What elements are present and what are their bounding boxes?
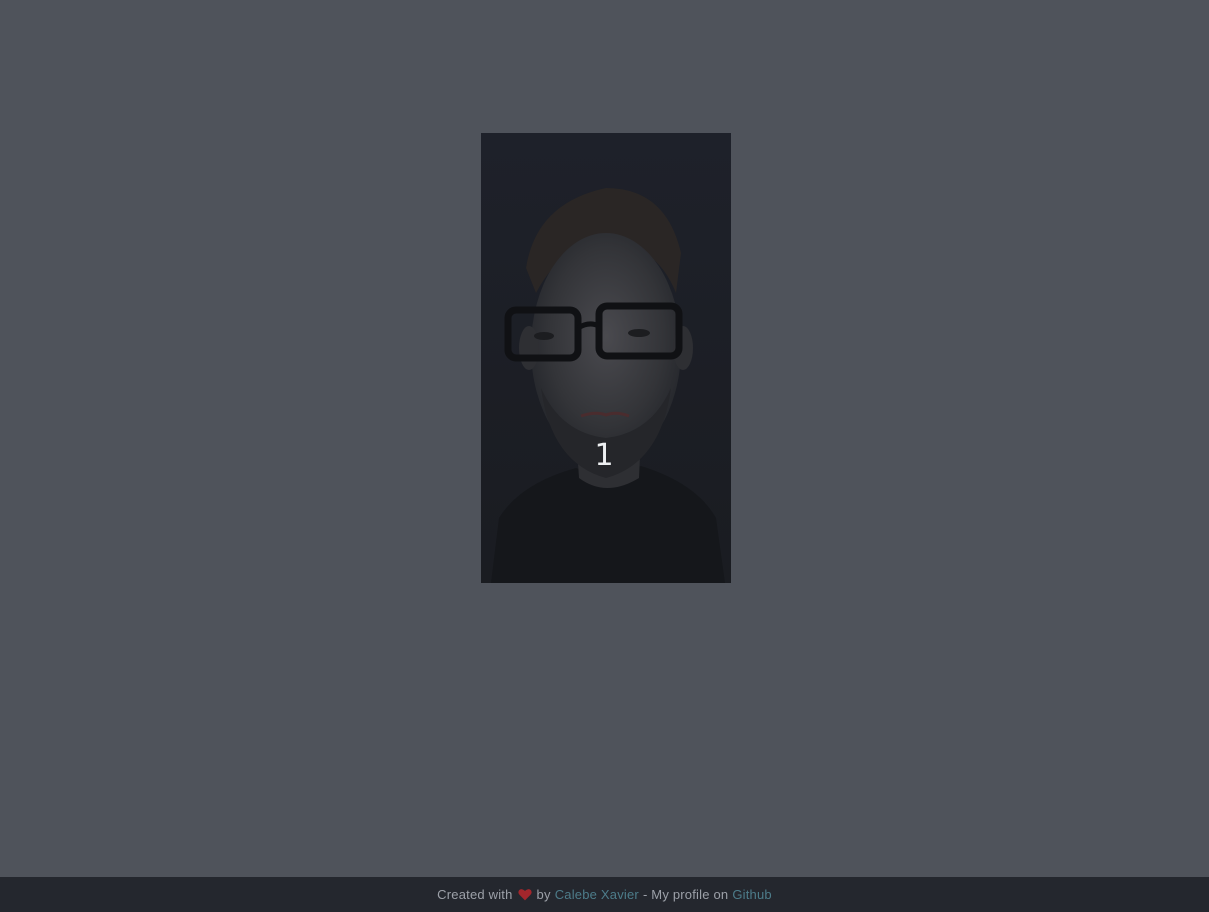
card-counter: 1: [594, 438, 614, 473]
footer-separator: - My profile on: [642, 887, 729, 902]
profile-card[interactable]: 1: [481, 133, 731, 583]
footer-created-with: Created with: [437, 887, 513, 902]
heart-icon: [517, 889, 532, 901]
footer: Created with by Calebe Xavier - My profi…: [0, 877, 1209, 912]
page: 1 Created with by Calebe Xavier - My pro…: [0, 0, 1209, 912]
profile-photo: [481, 133, 731, 583]
author-link[interactable]: Calebe Xavier: [553, 887, 641, 902]
github-link[interactable]: Github: [730, 887, 774, 902]
footer-by: by: [536, 887, 551, 902]
